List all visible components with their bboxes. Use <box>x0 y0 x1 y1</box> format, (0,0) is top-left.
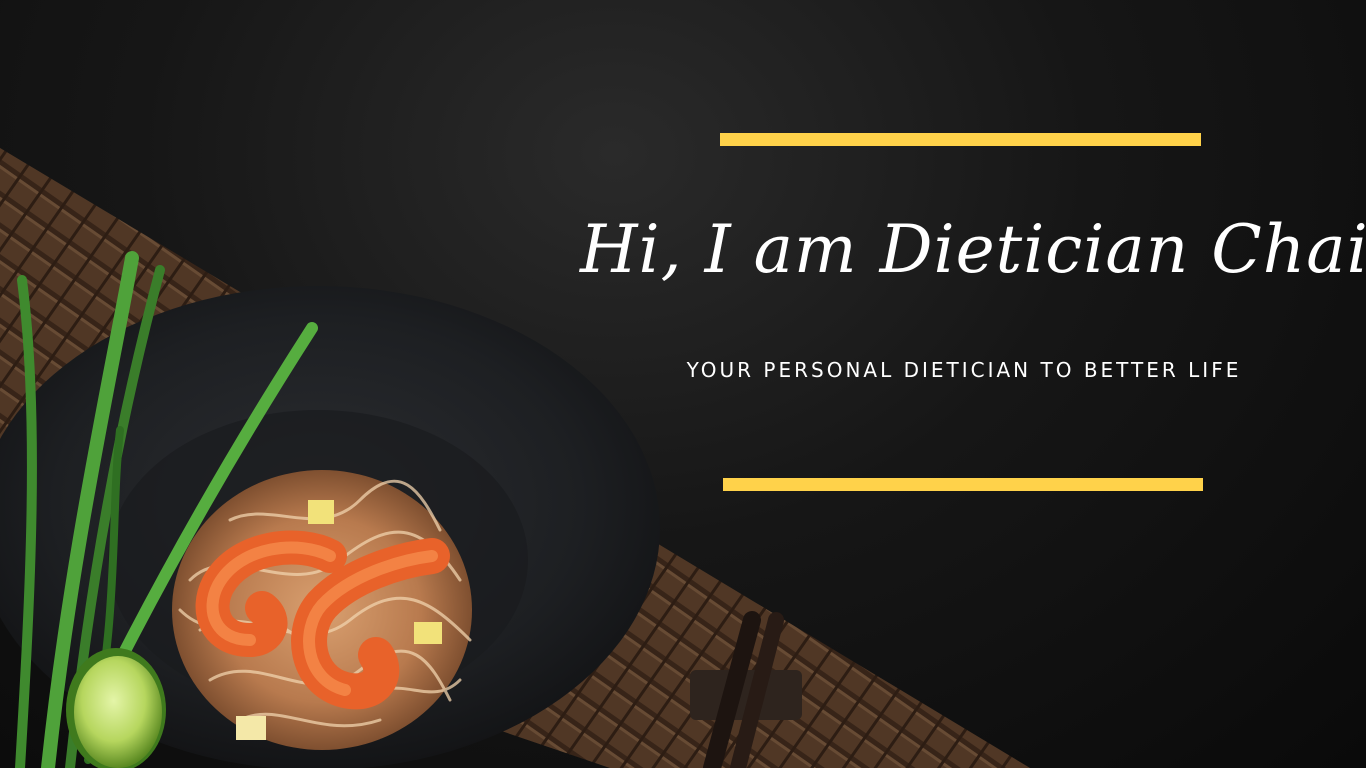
hero-banner: Hi, I am Dietician Chaitra YOUR PERSONAL… <box>0 0 1366 768</box>
lime-wedge <box>66 648 166 768</box>
accent-line-top <box>720 133 1201 146</box>
food-photo <box>0 148 1030 768</box>
accent-line-bottom <box>723 478 1203 491</box>
tagline: YOUR PERSONAL DIETICIAN TO BETTER LIFE <box>686 358 1242 382</box>
page-title: Hi, I am Dietician Chaitra <box>580 211 1366 288</box>
